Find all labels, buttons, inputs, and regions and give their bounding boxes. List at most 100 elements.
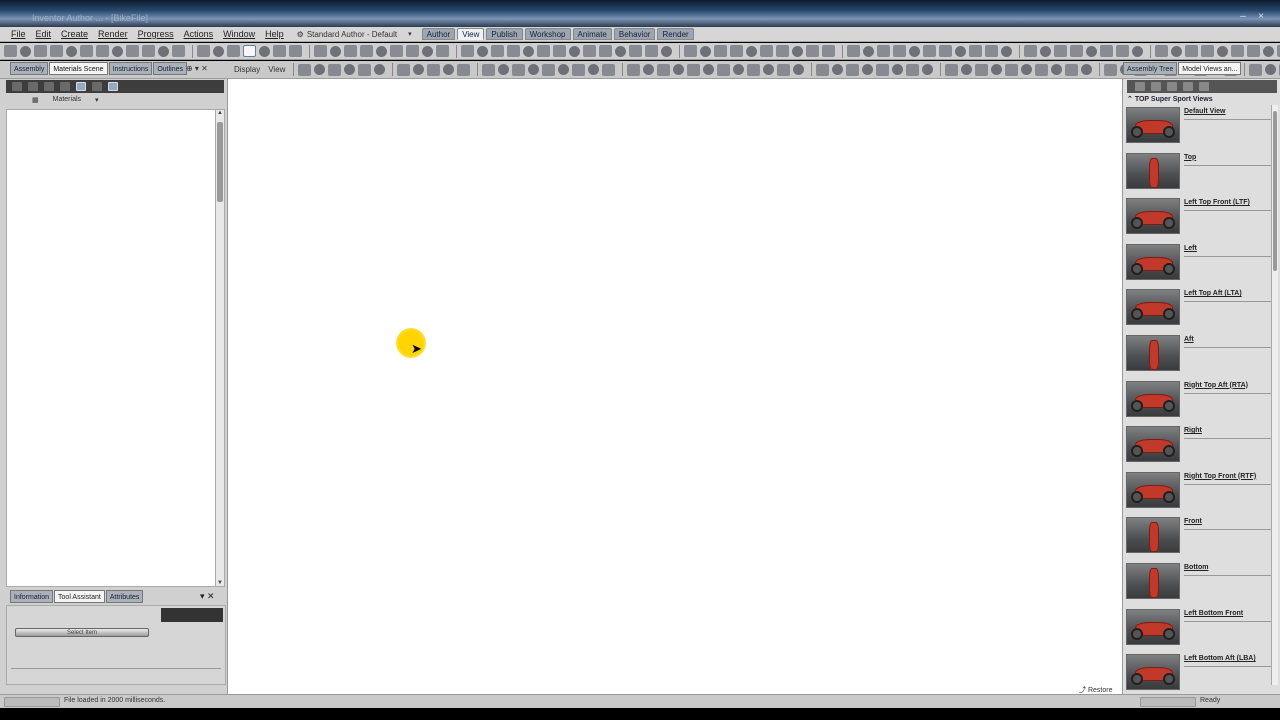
toolbar-tool-icon[interactable] (939, 45, 952, 57)
toolbar-tool-icon[interactable] (344, 64, 356, 75)
tab-assembly-tree[interactable]: Assembly Tree (1123, 62, 1178, 75)
toolbar-tool-icon[interactable] (717, 63, 731, 76)
toolbar-tool-icon[interactable] (733, 64, 745, 75)
tab-outlines[interactable]: Outlines (153, 62, 188, 75)
toolbar-tool-icon[interactable] (846, 63, 860, 76)
model-view-item[interactable]: Left (1126, 243, 1272, 282)
toolbar-tool-icon[interactable] (328, 63, 342, 76)
tab-render[interactable]: Render (657, 28, 694, 40)
toolbar-tool-icon[interactable] (528, 64, 540, 75)
toolbar-tool-icon[interactable] (892, 64, 904, 75)
toolbar-tool-icon[interactable] (461, 45, 474, 57)
display-menu[interactable]: Display (234, 65, 260, 74)
toolbar-tool-icon[interactable] (397, 63, 411, 76)
toolbar-tool-icon[interactable] (793, 64, 805, 75)
panel-controls[interactable]: ⊕ ▾ ✕ (186, 64, 208, 73)
toolbar-tool-icon[interactable] (491, 45, 504, 57)
toolbar-tool-icon[interactable] (991, 64, 1003, 75)
model-view-item[interactable]: Right (1126, 426, 1272, 464)
menu-file[interactable]: File (6, 29, 31, 39)
toolbar-tool-icon[interactable] (457, 63, 471, 76)
select-icon[interactable] (76, 82, 86, 91)
tab-information[interactable]: Information (10, 590, 54, 603)
toolbar-tool-icon[interactable] (1035, 63, 1049, 76)
layer-icon[interactable] (28, 82, 38, 91)
sphere-icon[interactable] (108, 82, 118, 91)
toolbar-tool-icon[interactable] (806, 45, 819, 57)
toolbar-tool-icon[interactable] (776, 45, 789, 57)
toolbar-tool-icon[interactable] (289, 45, 302, 57)
model-view-item[interactable]: Top (1126, 152, 1272, 191)
chevron-down-icon[interactable]: ▾ (95, 96, 99, 104)
toolbar-tool-icon[interactable] (746, 45, 757, 57)
toolbar-tool-icon[interactable] (443, 64, 455, 75)
toolbar-tool-icon[interactable] (1247, 45, 1260, 57)
toolbar-tool-icon[interactable] (213, 45, 224, 57)
model-view-item[interactable]: Front (1126, 517, 1272, 555)
tab-attributes[interactable]: Attributes (105, 590, 144, 603)
toolbar-tool-icon[interactable] (542, 63, 556, 76)
tab-instructions[interactable]: Instructions (108, 62, 153, 75)
toolbar-tool-icon[interactable] (436, 45, 449, 57)
tab-materials-scene[interactable]: Materials Scene (49, 62, 108, 75)
select-item-button[interactable]: Select Item (15, 628, 149, 637)
menu-window[interactable]: Window (218, 29, 260, 39)
toolbar-tool-icon[interactable] (1100, 45, 1113, 57)
delete-icon[interactable] (1151, 82, 1161, 91)
views-scrollbar[interactable] (1271, 105, 1278, 685)
menu-render[interactable]: Render (93, 29, 133, 39)
toolbar-tool-icon[interactable] (80, 45, 93, 57)
tree-scrollbar[interactable]: ▲ ▼ (215, 109, 225, 587)
model-view-item[interactable]: Right Top Front (RTF) (1126, 471, 1272, 510)
toolbar-tool-icon[interactable] (512, 63, 526, 76)
toolbar-tool-icon[interactable] (1040, 45, 1051, 57)
toolbar-tool-icon[interactable] (358, 63, 372, 76)
toolbar-tool-icon[interactable] (4, 45, 17, 57)
collapse-icon[interactable]: ⌃ (1127, 96, 1133, 103)
model-view-item[interactable]: Left Bottom Front (1126, 608, 1272, 647)
materials-tree[interactable] (6, 109, 216, 587)
tab-publish[interactable]: Publish (486, 28, 523, 40)
toolbar-tool-icon[interactable] (537, 45, 550, 57)
toolbar-tool-icon[interactable] (643, 64, 655, 75)
toolbar-tool-icon[interactable] (1201, 45, 1214, 57)
menu-help[interactable]: Help (260, 29, 289, 39)
toolbar-tool-icon[interactable] (1132, 45, 1143, 57)
views-group-header[interactable]: ⌃ TOP Super Sport Views (1127, 95, 1213, 103)
toolbar-tool-icon[interactable] (906, 63, 920, 76)
toolbar-tool-icon[interactable] (498, 64, 510, 75)
toolbar-tool-icon[interactable] (673, 64, 685, 75)
sphere-icon[interactable] (1183, 82, 1193, 91)
menu-edit[interactable]: Edit (31, 29, 57, 39)
delete-icon[interactable] (60, 82, 70, 91)
toolbar-tool-icon[interactable] (523, 45, 534, 57)
toolbar-tool-icon[interactable] (227, 45, 240, 57)
toolbar-tool-icon[interactable] (142, 45, 155, 57)
toolbar-tool-icon[interactable] (816, 63, 830, 76)
toolbar-tool-icon[interactable] (975, 63, 989, 76)
toolbar-tool-icon[interactable] (1024, 45, 1037, 57)
scroll-thumb[interactable] (1273, 111, 1277, 271)
layout-select[interactable]: ⚙ Standard Author - Default ▾ (297, 30, 412, 39)
minimize-icon[interactable]: – (1236, 12, 1250, 22)
close-icon[interactable]: × (1254, 12, 1268, 22)
toolbar-tool-icon[interactable] (422, 45, 433, 57)
toolbar-tool-icon[interactable] (1081, 64, 1093, 75)
toolbar-tool-icon[interactable] (1155, 45, 1168, 57)
toolbar-tool-icon[interactable] (50, 45, 63, 57)
toolbar-tool-icon[interactable] (1231, 45, 1244, 57)
camera-icon[interactable] (1135, 82, 1145, 91)
tab-model-views[interactable]: Model Views an... (1178, 62, 1242, 75)
toolbar-tool-icon[interactable] (615, 45, 626, 57)
toolbar-tool-icon[interactable] (700, 45, 711, 57)
toolbar-tool-icon[interactable] (1021, 64, 1033, 75)
toolbar-tool-icon[interactable] (259, 45, 270, 57)
toolbar-tool-icon[interactable] (599, 45, 612, 57)
tab-tool-assistant[interactable]: Tool Assistant (54, 590, 105, 603)
lock-icon[interactable] (44, 82, 54, 91)
toolbar-tool-icon[interactable] (34, 45, 47, 57)
toolbar-tool-icon[interactable] (314, 64, 326, 75)
toolbar-tool-icon[interactable] (20, 45, 31, 57)
toolbar-tool-icon[interactable] (832, 64, 844, 75)
toolbar-tool-icon[interactable] (158, 45, 169, 57)
